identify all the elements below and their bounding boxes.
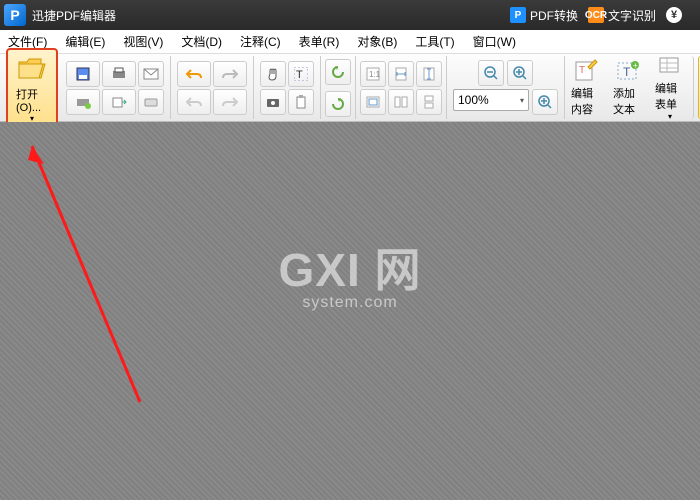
- zoom-group: 100% ▾: [447, 56, 565, 119]
- edit-form-icon: [655, 54, 685, 78]
- zoom-dropdown-icon: ▾: [520, 96, 524, 105]
- edit-form-label: 编辑表单: [655, 80, 685, 112]
- text-select-button[interactable]: T: [288, 61, 314, 87]
- ocr-button[interactable]: OCR 文字识别: [588, 7, 656, 24]
- workspace: GXI 网 system.com: [0, 122, 700, 500]
- app-icon: [4, 4, 26, 26]
- watermark: GXI 网 system.com: [278, 234, 421, 312]
- rotate-ccw-button[interactable]: [325, 59, 351, 85]
- fit-page-button[interactable]: [388, 61, 414, 87]
- zoom-marquee-button[interactable]: [532, 89, 558, 115]
- facing-pages-button[interactable]: [388, 89, 414, 115]
- menu-tool[interactable]: 工具(T): [415, 33, 454, 50]
- page-scale-group: 1:1: [360, 61, 442, 115]
- select-group: T: [260, 61, 314, 115]
- zoom-level-input[interactable]: 100% ▾: [453, 89, 529, 111]
- app-title: 迅捷PDF编辑器: [32, 7, 116, 24]
- hand-tool-button[interactable]: [260, 61, 286, 87]
- print-button[interactable]: [102, 61, 136, 87]
- fit-visible-button[interactable]: [360, 89, 386, 115]
- undo-all-button[interactable]: [177, 89, 211, 115]
- open-button[interactable]: 打开(O)... ▾: [6, 48, 58, 127]
- scanner-button[interactable]: [138, 89, 164, 115]
- email-button[interactable]: [138, 61, 164, 87]
- zoom-level-value: 100%: [458, 93, 489, 107]
- menu-document[interactable]: 文档(D): [181, 33, 222, 50]
- quick-print-button[interactable]: [66, 89, 100, 115]
- add-text-label: 添加文本: [613, 85, 643, 117]
- clipboard-button[interactable]: [288, 89, 314, 115]
- export-button[interactable]: [102, 89, 136, 115]
- toolbar: 打开(O)... ▾: [0, 54, 700, 122]
- file-ops-group: [66, 61, 164, 115]
- svg-text:T: T: [296, 69, 303, 81]
- menu-window[interactable]: 窗口(W): [473, 33, 516, 50]
- continuous-button[interactable]: [416, 89, 442, 115]
- watermark-line1: GXI 网: [278, 234, 421, 300]
- menu-view[interactable]: 视图(V): [123, 33, 163, 50]
- add-text-button[interactable]: T+ 添加文本: [607, 56, 649, 119]
- menubar: 文件(F) 编辑(E) 视图(V) 文档(D) 注释(C) 表单(R) 对象(B…: [0, 30, 700, 54]
- titlebar: 迅捷PDF编辑器 P PDF转换 OCR 文字识别 ¥: [0, 0, 700, 30]
- yen-icon: ¥: [666, 7, 682, 23]
- purchase-button[interactable]: ¥: [666, 7, 686, 23]
- pdf-convert-button[interactable]: P PDF转换: [510, 7, 578, 24]
- svg-text:1:1: 1:1: [369, 70, 381, 79]
- svg-text:+: +: [633, 61, 638, 70]
- svg-text:T: T: [623, 65, 631, 79]
- add-text-icon: T+: [613, 58, 643, 83]
- menu-edit[interactable]: 编辑(E): [65, 33, 105, 50]
- redo-all-button[interactable]: [213, 89, 247, 115]
- undo-group: [177, 61, 247, 115]
- snapshot-button[interactable]: [260, 89, 286, 115]
- edit-content-icon: T: [571, 58, 601, 83]
- edit-form-dropdown-icon: ▾: [668, 112, 672, 121]
- zoom-in-button[interactable]: [507, 60, 533, 86]
- undo-button[interactable]: [177, 61, 211, 87]
- redo-button[interactable]: [213, 61, 247, 87]
- menu-comment[interactable]: 注释(C): [240, 33, 281, 50]
- pdf-convert-label: PDF转换: [530, 7, 578, 24]
- ocr-icon: OCR: [588, 7, 604, 23]
- ocr-label: 文字识别: [608, 7, 656, 24]
- edit-form-button[interactable]: 编辑表单 ▾: [649, 56, 694, 119]
- rotate-cw-button[interactable]: [325, 91, 351, 117]
- edit-content-label: 编辑内容: [571, 85, 601, 117]
- actual-size-button[interactable]: 1:1: [360, 61, 386, 87]
- menu-form[interactable]: 表单(R): [299, 33, 340, 50]
- fit-width-button[interactable]: [416, 61, 442, 87]
- zoom-out-button[interactable]: [478, 60, 504, 86]
- pdf-convert-icon: P: [510, 7, 526, 23]
- save-button[interactable]: [66, 61, 100, 87]
- open-label: 打开(O)...: [16, 86, 48, 114]
- folder-open-icon: [16, 52, 48, 84]
- menu-object[interactable]: 对象(B): [357, 33, 397, 50]
- edit-group: T 编辑内容 T+ 添加文本 编辑表单 ▾ 注释 ▾ 测量: [565, 56, 700, 119]
- edit-content-button[interactable]: T 编辑内容: [565, 56, 607, 119]
- svg-text:T: T: [579, 65, 585, 76]
